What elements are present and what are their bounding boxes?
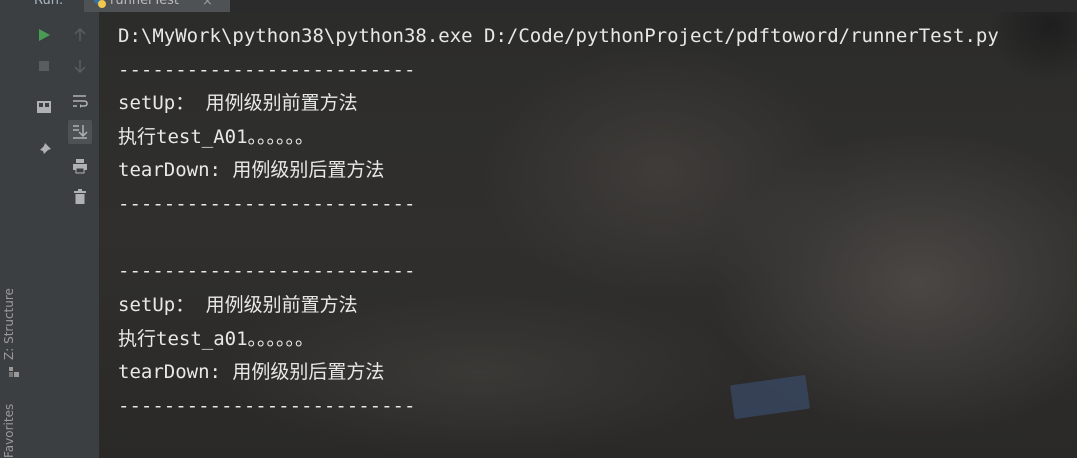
tab-runnertest[interactable]: runnerTest × — [84, 0, 230, 12]
layout-icon — [37, 101, 51, 113]
run-button[interactable] — [32, 23, 56, 47]
scroll-down-button[interactable] — [68, 54, 92, 78]
console-line: 执行test_a01。。。。。。 — [118, 328, 315, 350]
python-icon — [94, 0, 106, 8]
run-icon — [39, 29, 50, 41]
left-tool-strip: Z: Structure Favorites — [0, 0, 29, 458]
console-line: -------------------------- — [118, 260, 416, 282]
soft-wrap-icon — [73, 95, 88, 108]
console-line: -------------------------- — [118, 395, 416, 417]
soft-wrap-button[interactable] — [68, 89, 92, 113]
run-label: Run: — [34, 0, 64, 8]
tab-title: runnerTest — [110, 0, 180, 8]
run-tool-window-header: Run: runnerTest × — [0, 0, 230, 12]
console-line: -------------------------- — [118, 59, 416, 81]
print-button[interactable] — [68, 154, 92, 178]
console-line: tearDown: 用例级别后置方法 — [118, 159, 385, 181]
scroll-up-button[interactable] — [68, 23, 92, 47]
scroll-down-icon — [74, 60, 86, 73]
console-line: setUp： 用例级别前置方法 — [118, 294, 358, 316]
console-line: setUp： 用例级别前置方法 — [118, 92, 358, 114]
structure-side-tab[interactable]: Z: Structure — [2, 288, 16, 360]
trash-icon — [74, 189, 86, 204]
background-shadow — [987, 12, 1077, 82]
pin-tab-button[interactable] — [32, 138, 56, 162]
scroll-to-end-icon — [73, 125, 88, 139]
stop-button[interactable] — [32, 54, 56, 78]
structure-icon — [9, 367, 19, 377]
favorites-side-tab[interactable]: Favorites — [2, 404, 16, 458]
stop-icon — [39, 61, 49, 71]
background-book — [730, 374, 810, 420]
console-line: D:\MyWork\python38\python38.exe D:/Code/… — [118, 25, 999, 47]
clear-all-button[interactable] — [68, 185, 92, 209]
pin-icon — [38, 143, 51, 156]
print-icon — [73, 159, 87, 174]
scroll-to-end-button[interactable] — [68, 120, 92, 144]
console-line: 执行test_A01。。。。。。 — [118, 126, 315, 148]
run-toolbar — [28, 0, 100, 458]
console-line: tearDown: 用例级别后置方法 — [118, 361, 385, 383]
layout-button[interactable] — [32, 95, 56, 119]
console-line: -------------------------- — [118, 193, 416, 215]
close-icon[interactable]: × — [202, 0, 213, 9]
console-output[interactable]: D:\MyWork\python38\python38.exe D:/Code/… — [100, 12, 1077, 458]
scroll-up-icon — [74, 28, 86, 41]
